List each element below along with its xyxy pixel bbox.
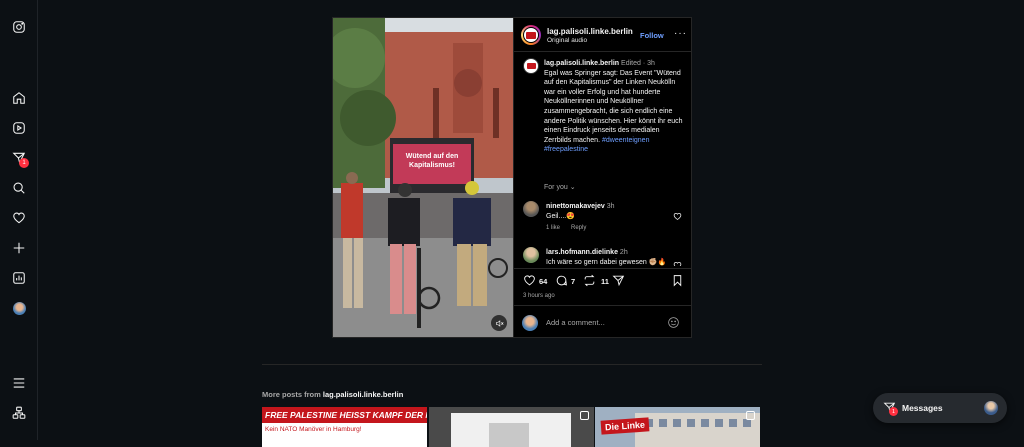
for-you-dropdown[interactable]: For you ⌄ <box>544 183 576 191</box>
post-timestamp: 3 hours ago <box>523 293 555 299</box>
section-divider <box>262 364 762 365</box>
author-username[interactable]: lag.palisoli.linke.berlin <box>547 27 633 36</box>
comment-like-icon[interactable] <box>673 212 682 221</box>
commenter-avatar[interactable] <box>523 201 539 217</box>
thumbnail-headline: FREE PALESTINE HEISST KAMPF DER NATO! <box>262 407 427 423</box>
author-avatar[interactable] <box>521 25 541 45</box>
messages-floating-button[interactable]: 1 Messages <box>873 393 1007 423</box>
thumbnail-image <box>429 407 594 447</box>
comment-icon[interactable] <box>555 274 568 287</box>
stage-sign-line2: Kapitalismus! <box>409 162 455 169</box>
comment-username[interactable]: ninettomakavejev <box>546 203 605 210</box>
video-frame: Wütend auf den Kapitalismus! <box>333 18 513 337</box>
messages-badge: 1 <box>889 407 898 416</box>
comment-like-icon[interactable] <box>673 261 682 266</box>
reel-icon <box>746 411 755 420</box>
notifications-icon[interactable] <box>11 210 27 226</box>
comment-text: Geil....😍 <box>546 212 575 220</box>
repost-icon[interactable] <box>583 274 596 287</box>
instagram-icon[interactable] <box>11 19 27 35</box>
add-comment-input[interactable]: Add a comment... <box>546 318 605 327</box>
stage-sign-line1: Wütend auf den <box>406 153 459 160</box>
post-modal: Wütend auf den Kapitalismus! lag.palisol… <box>332 17 692 338</box>
add-comment-bar: Add a comment... <box>514 305 692 337</box>
more-post-thumbnail[interactable] <box>429 407 594 447</box>
more-posts-username[interactable]: lag.palisoli.linke.berlin <box>323 390 403 399</box>
more-post-thumbnail[interactable]: FREE PALESTINE HEISST KAMPF DER NATO! Ke… <box>262 407 427 447</box>
reel-video[interactable]: Wütend auf den Kapitalismus! <box>333 18 513 337</box>
post-header: lag.palisoli.linke.berlin Original audio… <box>514 18 691 52</box>
commenter-avatar[interactable] <box>523 247 539 263</box>
comment-time: 3h <box>606 203 615 210</box>
comment-reply[interactable]: Reply <box>571 225 586 231</box>
repost-count[interactable]: 11 <box>601 277 609 286</box>
comment-body: lars.hofmann.dielinke 2h Ich wäre so ger… <box>546 248 668 266</box>
comment-body: ninettomakavejev 3h Geil....😍 <box>546 202 668 221</box>
caption: lag.palisoli.linke.berlin Edited · 3h Eg… <box>544 59 688 155</box>
post-sidebar: lag.palisoli.linke.berlin Original audio… <box>513 18 692 337</box>
save-icon[interactable] <box>671 274 684 287</box>
more-options-icon[interactable]: ··· <box>674 28 687 39</box>
like-count[interactable]: 64 <box>539 277 547 286</box>
comment-text: Ich wäre so gern dabei gewesen ✊🏼🔥 <box>546 258 667 266</box>
like-icon[interactable] <box>523 274 536 287</box>
post-actions: 64 7 11 3 hours ago <box>514 268 692 304</box>
speaker-muted-icon <box>495 319 503 327</box>
caption-username[interactable]: lag.palisoli.linke.berlin <box>544 60 619 67</box>
caption-text: Egal was Springer sagt: Das Event "Wüten… <box>544 69 683 144</box>
comment-count[interactable]: 7 <box>571 277 575 286</box>
menu-icon[interactable] <box>11 375 27 391</box>
caption-meta: Edited · 3h <box>621 60 655 67</box>
follow-button[interactable]: Follow <box>640 31 664 40</box>
emoji-icon[interactable] <box>667 316 680 329</box>
current-user-avatar <box>522 315 538 331</box>
recent-contact-avatar <box>984 401 998 415</box>
comment-time: 2h <box>619 249 628 256</box>
caption-avatar[interactable] <box>523 58 539 74</box>
mute-button[interactable] <box>491 315 507 331</box>
audio-label[interactable]: Original audio <box>547 37 587 44</box>
messages-icon[interactable]: 1 <box>11 150 29 168</box>
more-posts-heading: More posts from lag.palisoli.linke.berli… <box>262 390 403 399</box>
thumbnail-subline: Kein NATO Manöver in Hamburg! <box>265 426 362 433</box>
comment-likes[interactable]: 1 like <box>546 225 560 231</box>
reel-icon <box>580 411 589 420</box>
create-icon[interactable] <box>11 240 27 256</box>
more-posts-label: More posts from <box>262 390 321 399</box>
left-navigation: 1 <box>0 0 38 440</box>
messages-label: Messages <box>902 403 943 413</box>
profile-avatar[interactable] <box>11 300 27 316</box>
chevron-down-icon: ⌄ <box>569 184 576 191</box>
also-from-meta-icon[interactable] <box>11 405 27 421</box>
for-you-label: For you <box>544 184 568 191</box>
more-post-thumbnail[interactable]: Die Linke <box>595 407 760 447</box>
reels-icon[interactable] <box>11 120 27 136</box>
share-icon[interactable] <box>612 274 625 287</box>
post-comments-area: lag.palisoli.linke.berlin Edited · 3h Eg… <box>514 53 692 266</box>
comment-username[interactable]: lars.hofmann.dielinke <box>546 249 618 256</box>
messages-badge: 1 <box>19 158 29 168</box>
dashboard-icon[interactable] <box>11 270 27 286</box>
home-icon[interactable] <box>11 90 27 106</box>
search-icon[interactable] <box>11 180 27 196</box>
